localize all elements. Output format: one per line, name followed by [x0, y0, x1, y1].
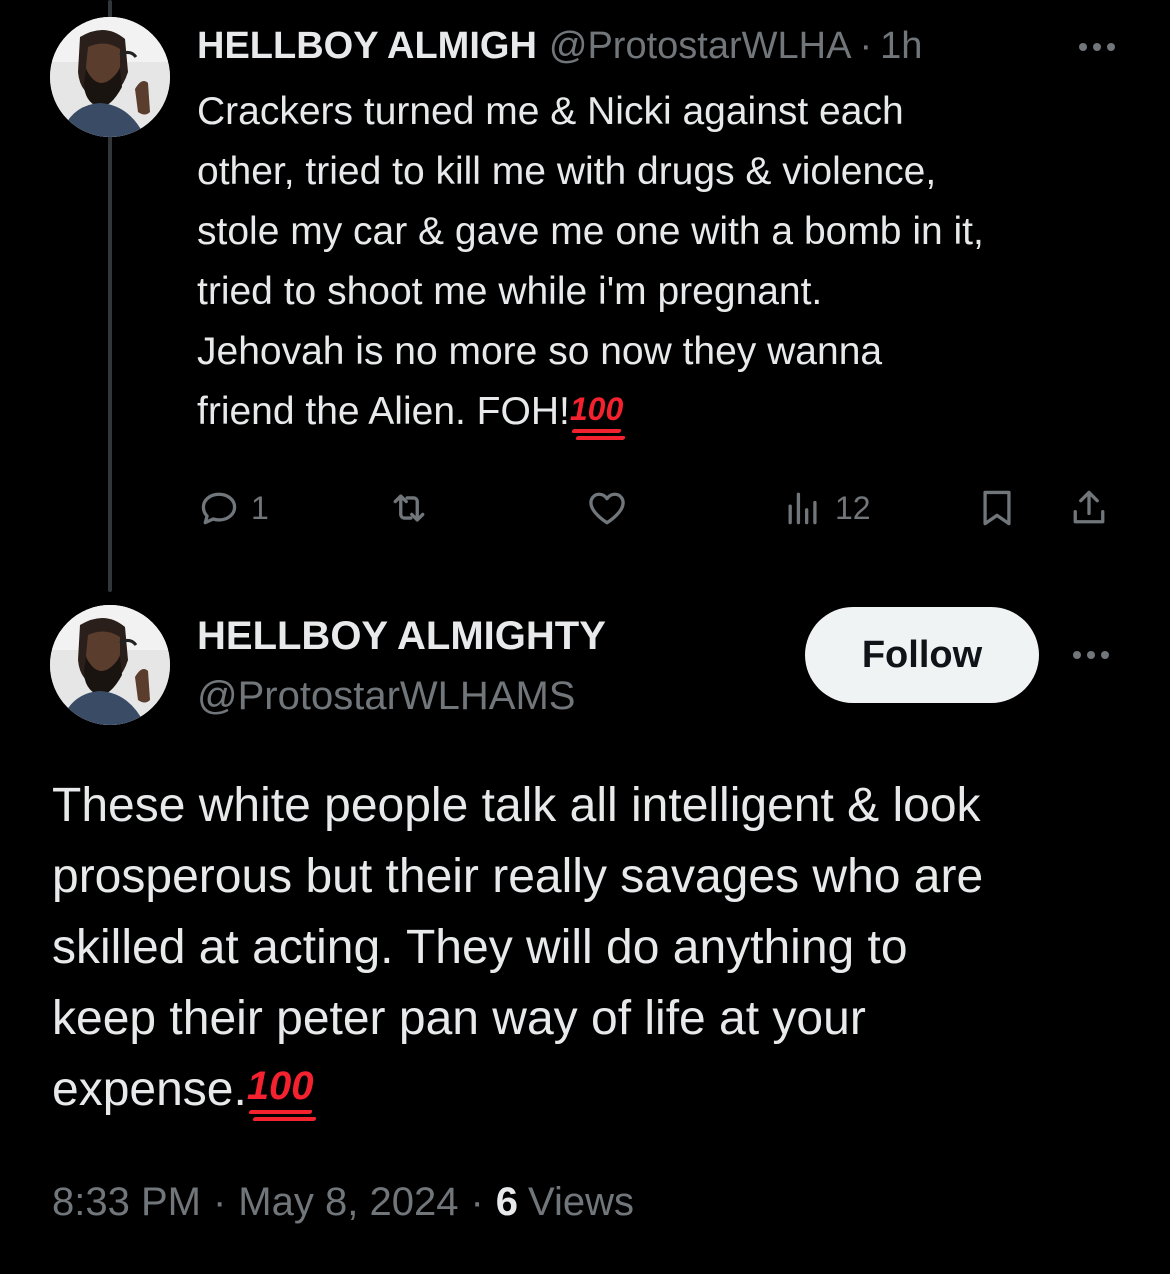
- views-count: 12: [835, 489, 871, 526]
- tweet-text-line: Crackers turned me & Nicki against each: [197, 90, 904, 133]
- views-count: 6: [495, 1180, 519, 1224]
- user-handle[interactable]: @ProtostarWLHA: [549, 25, 852, 68]
- avatar-image: [50, 605, 170, 725]
- tweet-meta: 8:33 PM · May 8, 2024 · 6 Views: [52, 1180, 634, 1225]
- separator-dot: ·: [470, 1180, 484, 1224]
- tweet-text-line-last: friend the Alien. FOH!100: [197, 382, 1147, 442]
- tweet-text-line-last: expense.100: [52, 1054, 1132, 1125]
- repost-button[interactable]: [387, 482, 441, 534]
- tweet-text-line: friend the Alien. FOH!: [197, 390, 570, 433]
- hundred-points-icon: 100: [246, 1064, 317, 1121]
- views-button[interactable]: 12: [781, 482, 871, 534]
- tweet1-header: HELLBOY ALMIGH @ProtostarWLHA · 1h: [197, 22, 1137, 70]
- views-icon: [788, 492, 817, 525]
- reply-count: 1: [251, 489, 269, 526]
- hundred-points-icon: 100: [569, 391, 626, 440]
- hundred-points-text: 100: [246, 1064, 314, 1108]
- hundred-points-text: 100: [569, 391, 624, 427]
- avatar[interactable]: [50, 17, 170, 137]
- avatar[interactable]: [50, 605, 170, 725]
- tweet-text-line: keep their peter pan way of life at your: [52, 992, 866, 1045]
- tweet-text-line: tried to shoot me while i'm pregnant.: [197, 270, 823, 313]
- tweet-text-line: stole my car & gave me one with a bomb i…: [197, 210, 984, 253]
- tweet1-actions: 1 12: [197, 482, 1117, 534]
- reply-icon: [201, 492, 237, 525]
- tweet-timestamp[interactable]: 1h: [880, 25, 922, 68]
- reply-button[interactable]: 1: [197, 482, 269, 534]
- like-icon: [589, 492, 625, 525]
- tweet2-text: These white people talk all intelligent …: [52, 770, 1132, 1125]
- tweet-time[interactable]: 8:33 PM: [52, 1180, 201, 1225]
- tweet-text-line: Jehovah is no more so now they wanna: [197, 330, 883, 373]
- display-name[interactable]: HELLBOY ALMIGH: [197, 25, 537, 68]
- separator-dot: ·: [859, 24, 873, 67]
- tweet-text-line: expense.: [52, 1063, 247, 1116]
- display-name[interactable]: HELLBOY ALMIGHTY: [197, 614, 606, 659]
- like-button[interactable]: [585, 482, 639, 534]
- bookmark-icon: [983, 490, 1011, 526]
- avatar-image: [50, 17, 170, 137]
- views-label: Views: [528, 1180, 634, 1224]
- share-icon: [1073, 490, 1105, 524]
- tweet-thread-page: HELLBOY ALMIGH @ProtostarWLHA · 1h Crack…: [0, 0, 1170, 1274]
- tweet-date[interactable]: May 8, 2024: [238, 1180, 458, 1225]
- follow-button[interactable]: Follow: [805, 607, 1039, 703]
- separator-dot: ·: [212, 1180, 227, 1224]
- repost-icon: [393, 494, 425, 522]
- tweet1-text: Crackers turned me & Nicki against each …: [197, 82, 1147, 442]
- tweet-text-line: prosperous but their really savages who …: [52, 850, 984, 903]
- tweet-text-line: These white people talk all intelligent …: [52, 779, 981, 832]
- more-icon[interactable]: [1066, 640, 1116, 670]
- user-handle[interactable]: @ProtostarWLHAMS: [197, 674, 575, 719]
- more-icon[interactable]: [1072, 32, 1122, 62]
- share-button[interactable]: [1067, 482, 1111, 534]
- tweet-text-line: skilled at acting. They will do anything…: [52, 921, 908, 974]
- tweet-text-line: other, tried to kill me with drugs & vio…: [197, 150, 937, 193]
- bookmark-button[interactable]: [975, 482, 1019, 534]
